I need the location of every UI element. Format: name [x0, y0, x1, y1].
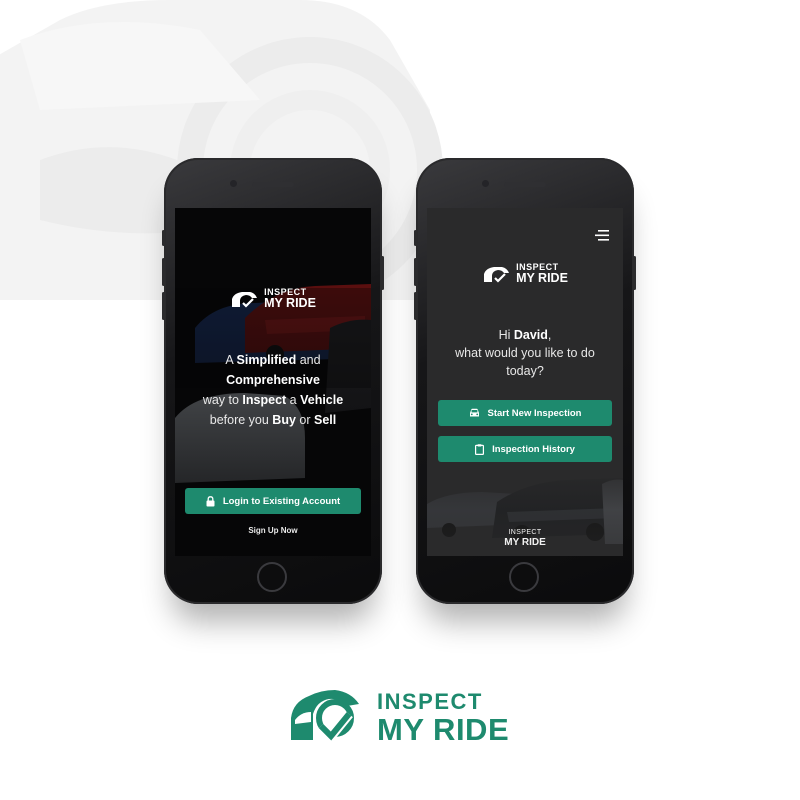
brand-line2: MY RIDE: [377, 712, 510, 747]
login-button-label: Login to Existing Account: [222, 495, 341, 507]
logo-line2: MY RIDE: [264, 296, 316, 310]
clipboard-icon: [475, 443, 485, 455]
inspection-history-label: Inspection History: [492, 443, 575, 455]
home-button[interactable]: [509, 562, 539, 592]
login-button[interactable]: Login to Existing Account: [185, 488, 361, 514]
speaker-grille: [252, 182, 294, 187]
app-logo: INSPECT MY RIDE: [175, 288, 371, 314]
footer-logo: INSPECT MY RIDE: [427, 529, 623, 548]
car-icon: [469, 408, 479, 417]
brand-logo: INSPECT MY RIDE: [287, 684, 527, 748]
footer-logo-line2: MY RIDE: [504, 537, 546, 548]
home-screen: INSPECT MY RIDE Hi David, what would you…: [427, 208, 623, 556]
user-name: David: [513, 328, 548, 342]
welcome-screen: INSPECT MY RIDE A Simplified and Compreh…: [175, 208, 371, 556]
greeting-text: Hi David, what would you like to do toda…: [455, 328, 595, 378]
phone-welcome: INSPECT MY RIDE A Simplified and Compreh…: [162, 158, 384, 604]
car-check-logo-icon: [291, 690, 359, 744]
car-shield-logo-icon: [484, 266, 510, 283]
inspection-history-button[interactable]: Inspection History: [438, 436, 612, 462]
start-new-inspection-button[interactable]: Start New Inspection: [438, 400, 612, 426]
app-logo: INSPECT MY RIDE: [427, 263, 623, 289]
phone-home: INSPECT MY RIDE Hi David, what would you…: [414, 158, 636, 604]
hamburger-icon[interactable]: [595, 230, 609, 241]
footer-logo-line1: INSPECT: [508, 529, 542, 536]
home-button[interactable]: [257, 562, 287, 592]
signup-link[interactable]: Sign Up Now: [175, 526, 371, 535]
logo-line2: MY RIDE: [516, 271, 568, 285]
speaker-grille: [504, 182, 546, 187]
lock-icon: [206, 495, 215, 506]
car-shield-logo-icon: [232, 291, 258, 308]
front-camera: [230, 180, 237, 187]
start-inspection-label: Start New Inspection: [487, 407, 582, 419]
background-car-watermark: [0, 0, 443, 303]
front-camera: [482, 180, 489, 187]
tagline: A Simplified and Comprehensive way to In…: [202, 353, 344, 427]
